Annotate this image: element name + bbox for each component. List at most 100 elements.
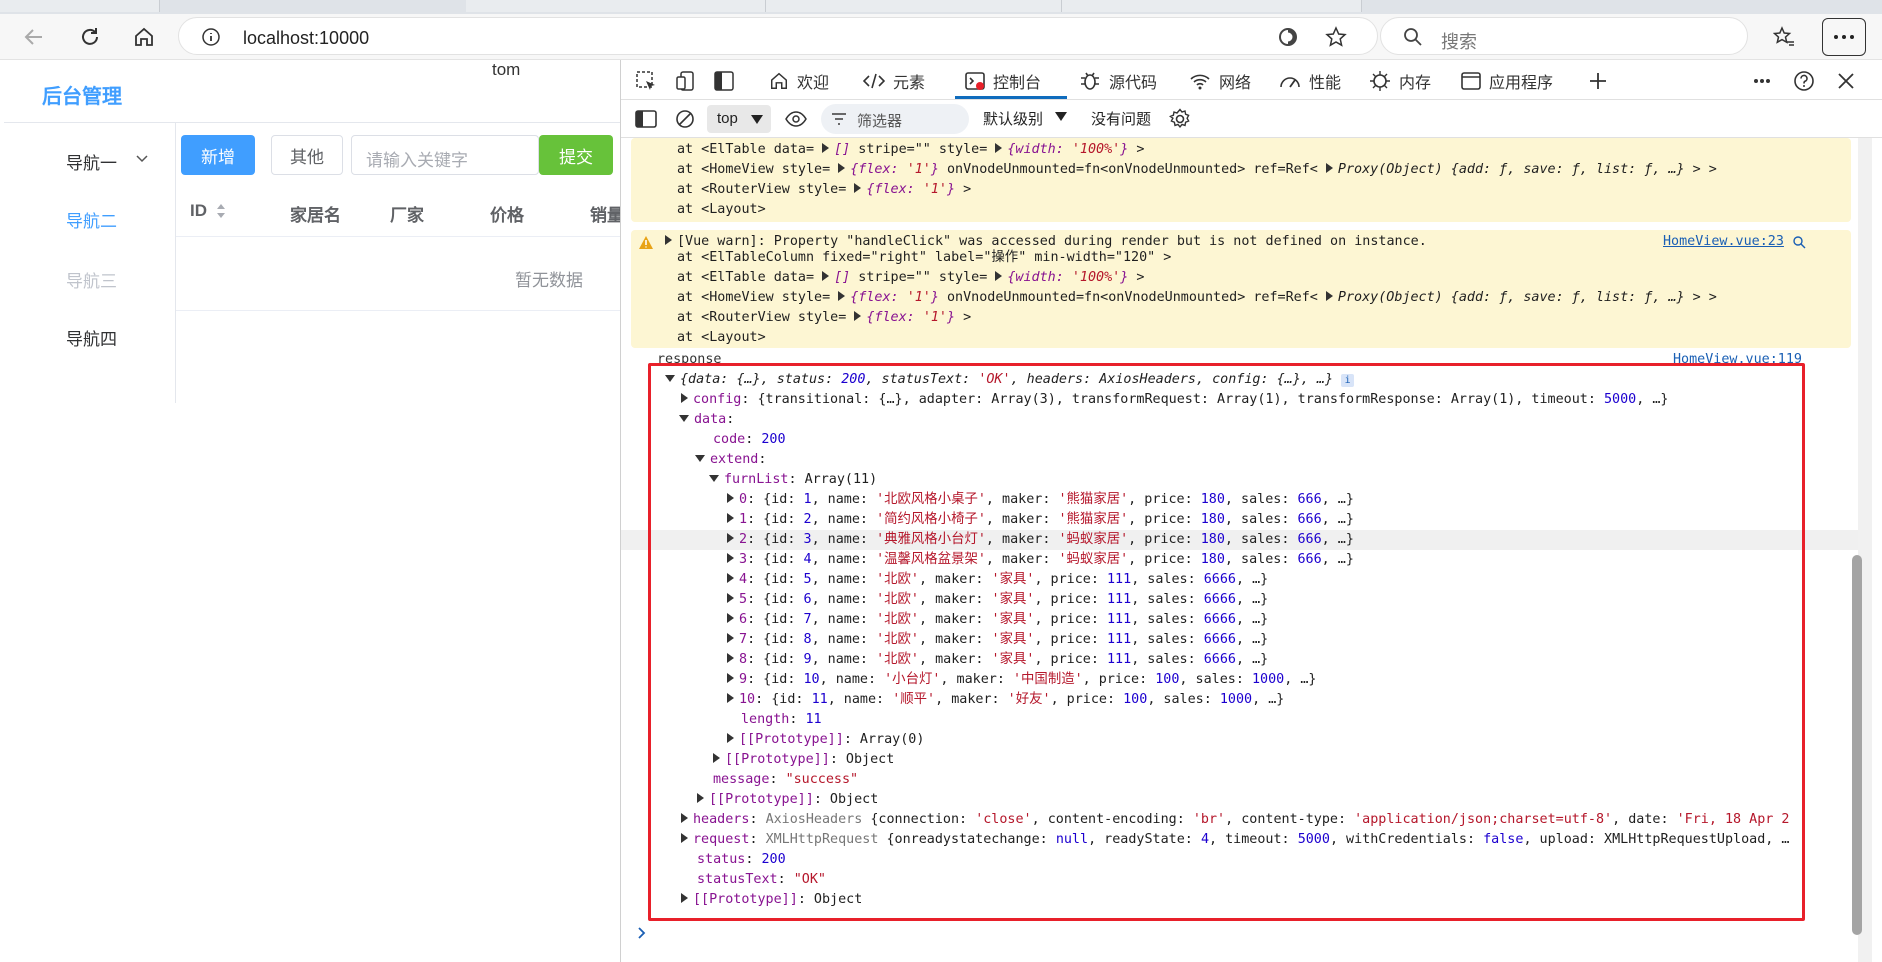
tab-performance[interactable]: 性能	[1279, 68, 1341, 94]
sidebar-item-nav4[interactable]: 导航四	[66, 325, 117, 350]
tab-memory[interactable]: 内存	[1369, 68, 1431, 94]
stack-line: at <ElTableColumn fixed="right" label="操…	[677, 250, 1172, 265]
search-icon[interactable]	[1793, 236, 1806, 249]
issues-label[interactable]: 没有问题	[1091, 108, 1151, 129]
empty-text: 暂无数据	[515, 271, 583, 290]
info-icon[interactable]	[201, 27, 221, 47]
keyword-placeholder: 请输入关键字	[366, 151, 468, 170]
context-selector[interactable]: top	[707, 105, 771, 133]
more-options-icon[interactable]	[1753, 78, 1771, 84]
url-text: localhost:10000	[243, 28, 370, 48]
tab-label: 元素	[893, 75, 926, 92]
help-icon[interactable]	[1793, 70, 1815, 92]
favorite-star-icon[interactable]	[1325, 26, 1347, 48]
sidebar-item-label: 导航三	[66, 272, 117, 291]
column-header-name: 家居名	[290, 206, 341, 225]
stack-line: at <HomeView style= {flex: '1'} onVnodeU…	[677, 290, 1717, 305]
favorites-list-icon	[1773, 26, 1794, 46]
column-header-sales: 销量	[590, 206, 620, 225]
table-bottom-divider	[176, 310, 620, 311]
browser-tab[interactable]	[1062, 0, 1362, 12]
sidebar-item-nav1[interactable]: 导航一	[66, 149, 148, 174]
stack-line: at <RouterView style= {flex: '1'} >	[677, 182, 972, 197]
highlight-box	[648, 363, 1805, 921]
console-prompt-chevron-icon[interactable]	[637, 926, 647, 940]
context-label: top	[717, 110, 738, 127]
dock-panel-icon[interactable]	[713, 70, 735, 92]
submit-button[interactable]: 提交	[539, 135, 613, 175]
stack-line: at <ElTable data= [] stripe="" style= {w…	[677, 270, 1145, 285]
tab-elements[interactable]: 元素	[863, 68, 925, 94]
filter-placeholder: 筛选器	[857, 113, 903, 130]
gear-icon[interactable]	[1169, 108, 1191, 130]
other-button[interactable]: 其他	[271, 135, 343, 175]
tab-label: 网络	[1219, 75, 1252, 92]
warning-triangle-icon	[639, 236, 653, 249]
tab-label: 欢迎	[797, 75, 830, 92]
home-button[interactable]	[126, 19, 162, 55]
sidebar-menu: 导航一 导航二 导航三 导航四	[4, 123, 176, 403]
log-level-dropdown[interactable]: 默认级别	[983, 108, 1067, 130]
add-button[interactable]: 新增	[181, 135, 255, 175]
clear-console-icon[interactable]	[675, 109, 695, 129]
user-name: tom	[492, 60, 521, 79]
more-dots-icon	[1834, 35, 1854, 39]
column-header-label: ID	[190, 201, 207, 220]
console-toolbar: top 筛选器 默认级别 没有问题	[621, 100, 1882, 138]
browser-tab[interactable]	[466, 0, 766, 12]
dropdown-caret-icon	[751, 115, 763, 124]
add-tab-icon[interactable]	[1589, 72, 1607, 90]
tab-label: 源代码	[1109, 75, 1158, 92]
tab-sources[interactable]: 源代码	[1079, 68, 1157, 94]
stack-line: at <RouterView style= {flex: '1'} >	[677, 310, 972, 325]
console-scrollbar-thumb[interactable]	[1852, 555, 1862, 935]
read-aloud-icon[interactable]	[1277, 26, 1299, 48]
table-header-divider	[176, 236, 620, 237]
sidebar-item-nav2[interactable]: 导航二	[66, 207, 117, 232]
reload-icon	[82, 28, 98, 45]
dropdown-caret-icon	[1055, 112, 1067, 121]
column-header-price: 价格	[490, 206, 524, 225]
favorites-button[interactable]	[1766, 19, 1802, 55]
tab-application[interactable]: 应用程序	[1461, 68, 1553, 94]
stack-line: at <Layout>	[677, 330, 766, 345]
inspect-icon[interactable]	[635, 70, 657, 92]
sort-caret-icon[interactable]	[216, 203, 226, 219]
sidebar-item-nav3[interactable]: 导航三	[66, 267, 117, 292]
filter-input[interactable]: 筛选器	[821, 104, 969, 134]
browser-tab[interactable]	[0, 0, 160, 12]
search-placeholder: 搜索	[1441, 32, 1477, 52]
tab-network[interactable]: 网络	[1189, 68, 1251, 94]
tab-label: 控制台	[993, 75, 1042, 92]
home-icon	[135, 27, 153, 46]
device-toggle-icon[interactable]	[675, 70, 697, 92]
keyword-input[interactable]: 请输入关键字	[351, 135, 539, 175]
back-button[interactable]	[16, 19, 52, 55]
bug-icon	[1081, 72, 1099, 90]
brand-title: 后台管理	[42, 86, 122, 108]
address-bar[interactable]: localhost:10000	[178, 17, 1378, 55]
stack-line: at <Layout>	[677, 202, 766, 217]
gauge-icon	[1280, 77, 1300, 88]
reload-button[interactable]	[72, 19, 108, 55]
console-warning: at <ElTable data= [] stripe="" style= {w…	[631, 138, 1851, 222]
column-header-maker: 厂家	[390, 206, 424, 225]
more-menu-button[interactable]	[1822, 18, 1866, 56]
code-tag-icon	[863, 73, 885, 89]
tab-console[interactable]: 控制台	[965, 68, 1041, 94]
browser-tab-strip	[0, 0, 1882, 14]
sidebar-item-label: 导航二	[66, 212, 117, 231]
home-icon	[771, 72, 787, 89]
source-link[interactable]: HomeView.vue:23	[1663, 232, 1784, 252]
sidebar-toggle-icon[interactable]	[635, 110, 657, 128]
close-icon[interactable]	[1837, 72, 1855, 90]
tab-welcome[interactable]: 欢迎	[769, 68, 829, 94]
browser-search-box[interactable]: 搜索	[1380, 17, 1748, 55]
application-window-icon	[1461, 72, 1481, 90]
eye-icon[interactable]	[785, 110, 807, 128]
browser-tab[interactable]	[766, 0, 1062, 12]
chevron-down-icon	[136, 155, 148, 163]
web-page: 后台管理 tom 导航一 导航二 导航三 导航四 新增 其他 请输入关键字 提交…	[0, 60, 620, 962]
column-header-id[interactable]: ID	[190, 201, 225, 221]
filter-icon	[832, 113, 846, 125]
